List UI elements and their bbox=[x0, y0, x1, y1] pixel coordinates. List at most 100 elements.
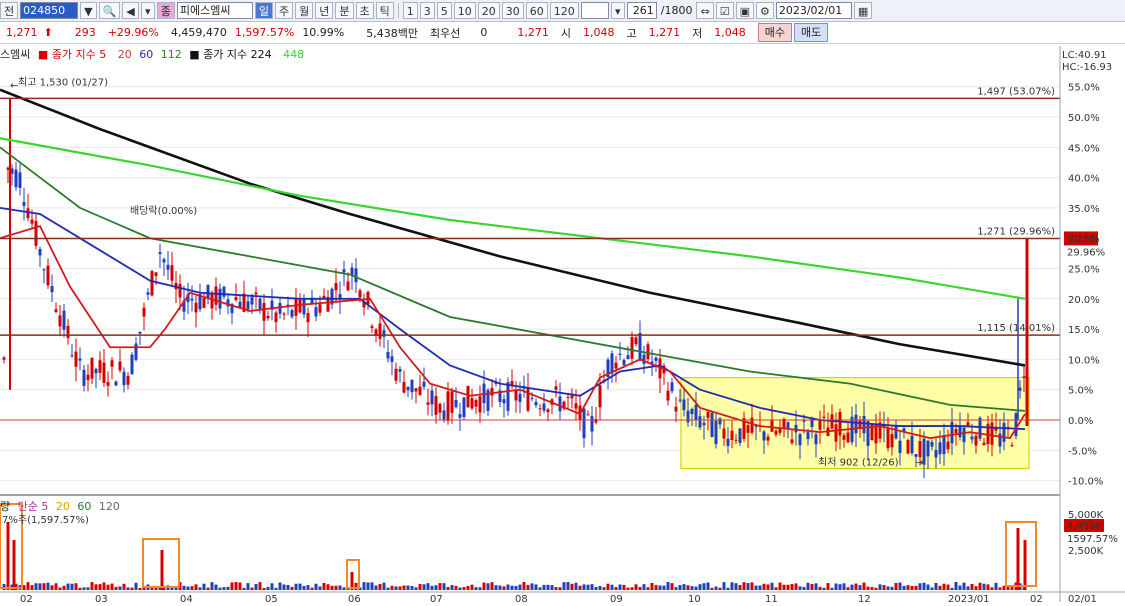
volume-bar bbox=[766, 584, 770, 590]
high-annotation: 최고 1,530 (01/27) bbox=[18, 76, 108, 88]
tab-weekly[interactable]: 주 bbox=[275, 2, 294, 19]
candle-body bbox=[1018, 387, 1022, 391]
x-tick-label: 02/01 bbox=[1068, 594, 1097, 605]
tab-daily[interactable]: 일 bbox=[254, 2, 274, 19]
custom-interval-input[interactable] bbox=[580, 2, 609, 19]
y-tick-label: 15.0% bbox=[1068, 325, 1100, 336]
volume-bar bbox=[466, 585, 470, 590]
volume-bar bbox=[694, 586, 698, 590]
candle-body bbox=[566, 396, 570, 398]
candle-body bbox=[438, 403, 442, 413]
volume-bar bbox=[394, 586, 398, 590]
candle-body bbox=[134, 343, 138, 360]
candle-body bbox=[162, 259, 166, 263]
panel-divider[interactable] bbox=[0, 494, 1060, 496]
vol-label: 량 bbox=[0, 500, 11, 513]
volume-bar bbox=[614, 587, 618, 590]
vol-ma20: 20 bbox=[55, 500, 70, 513]
interval-120[interactable]: 120 bbox=[549, 2, 579, 19]
search-icon[interactable]: 🔍 bbox=[98, 2, 121, 19]
interval-3[interactable]: 3 bbox=[419, 2, 435, 19]
date-input[interactable]: 2023/02/01 bbox=[775, 2, 852, 19]
gear-icon[interactable]: ⚙ bbox=[755, 2, 774, 19]
stock-code-input[interactable]: 024850 bbox=[20, 2, 79, 19]
candle-body bbox=[1010, 445, 1014, 447]
volume-bar bbox=[814, 583, 818, 590]
candle-body bbox=[390, 356, 394, 362]
interval-10[interactable]: 10 bbox=[453, 2, 476, 19]
interval-30[interactable]: 30 bbox=[501, 2, 524, 19]
candle-body bbox=[734, 439, 738, 441]
volume-bar bbox=[194, 584, 198, 590]
candle-body bbox=[746, 425, 750, 433]
legend-ma224: ■ 종가 지수 224 bbox=[189, 48, 272, 61]
interval-5[interactable]: 5 bbox=[436, 2, 452, 19]
volume-bar bbox=[906, 585, 910, 590]
low-label: 저 bbox=[692, 26, 703, 40]
volume-bar bbox=[854, 583, 858, 590]
tab-monthly[interactable]: 월 bbox=[295, 2, 314, 19]
candle-body bbox=[842, 435, 846, 440]
volume-bar bbox=[954, 582, 958, 590]
sell-button[interactable]: 매도 bbox=[794, 23, 829, 42]
candle-body bbox=[74, 351, 78, 367]
volume-bar bbox=[538, 587, 542, 590]
checkbox-icon[interactable]: ☑ bbox=[715, 2, 734, 19]
candle-body bbox=[934, 449, 938, 458]
volume-bar bbox=[302, 585, 306, 590]
tab-tick[interactable]: 틱 bbox=[375, 2, 394, 19]
candle-body bbox=[166, 264, 170, 270]
candle-body bbox=[1002, 422, 1006, 442]
x-tick-label: 02 bbox=[20, 594, 33, 605]
candle-body bbox=[50, 285, 54, 293]
chevron-down-icon[interactable]: ▾ bbox=[140, 2, 155, 19]
candle-body bbox=[410, 379, 414, 393]
volume-bar bbox=[606, 583, 610, 590]
candle-body bbox=[150, 271, 154, 296]
tab-yearly[interactable]: 년 bbox=[315, 2, 334, 19]
interval-1[interactable]: 1 bbox=[402, 2, 418, 19]
count-input[interactable]: 261 bbox=[626, 2, 657, 19]
volume-bar bbox=[958, 585, 962, 590]
candle-body bbox=[130, 354, 134, 375]
buy-button[interactable]: 매수 bbox=[757, 23, 792, 42]
candle-body bbox=[254, 292, 258, 295]
reference-label: 1,497 (53.07%) bbox=[977, 86, 1055, 97]
dropdown-arrow-icon[interactable]: ▼ bbox=[80, 2, 97, 19]
interval-20[interactable]: 20 bbox=[477, 2, 500, 19]
volume-bar bbox=[214, 584, 218, 590]
candle-body bbox=[418, 386, 422, 395]
save-icon[interactable]: ▣ bbox=[735, 2, 754, 19]
volume-bar bbox=[858, 585, 862, 590]
candle-body bbox=[406, 386, 410, 391]
toolbar: 전 024850 ▼ 🔍 ◀ ▾ 종 피에스엠씨 일 주 월 년 분 초 틱 1… bbox=[0, 0, 1125, 22]
volume-bar bbox=[58, 587, 62, 590]
candle-body bbox=[926, 440, 930, 457]
calendar-icon[interactable]: ▦ bbox=[853, 2, 873, 19]
volume-bar bbox=[966, 586, 970, 590]
y-tick-label: 35.0% bbox=[1068, 204, 1100, 215]
volume-bar bbox=[386, 587, 390, 590]
tab-second[interactable]: 초 bbox=[355, 2, 374, 19]
speaker-icon[interactable]: ◀ bbox=[122, 2, 139, 19]
volume-bar bbox=[258, 582, 262, 590]
tab-minute[interactable]: 분 bbox=[335, 2, 354, 19]
candle-body bbox=[170, 265, 174, 281]
volume-bar bbox=[658, 585, 662, 590]
volume-bar bbox=[922, 582, 926, 590]
volume-bar bbox=[390, 585, 394, 590]
x-tick-label: 07 bbox=[430, 594, 443, 605]
interval-60[interactable]: 60 bbox=[525, 2, 548, 19]
candle-body bbox=[846, 432, 850, 443]
candle-body bbox=[890, 434, 894, 448]
volume-bar bbox=[822, 587, 826, 590]
candle-body bbox=[790, 439, 794, 444]
vol-ma120: 120 bbox=[98, 500, 120, 513]
market-selector[interactable]: 전 bbox=[0, 2, 19, 19]
priority-value: 0 bbox=[480, 26, 488, 39]
volume-bar bbox=[662, 585, 666, 590]
volume-bar bbox=[50, 585, 54, 590]
price-chart[interactable]: 1,497 (53.07%) 1,271 (29.96%) 1,115 (14.01… bbox=[0, 46, 1125, 606]
zoom-icon[interactable]: ⇔ bbox=[696, 2, 714, 19]
chevron-down-icon[interactable]: ▾ bbox=[610, 2, 625, 19]
